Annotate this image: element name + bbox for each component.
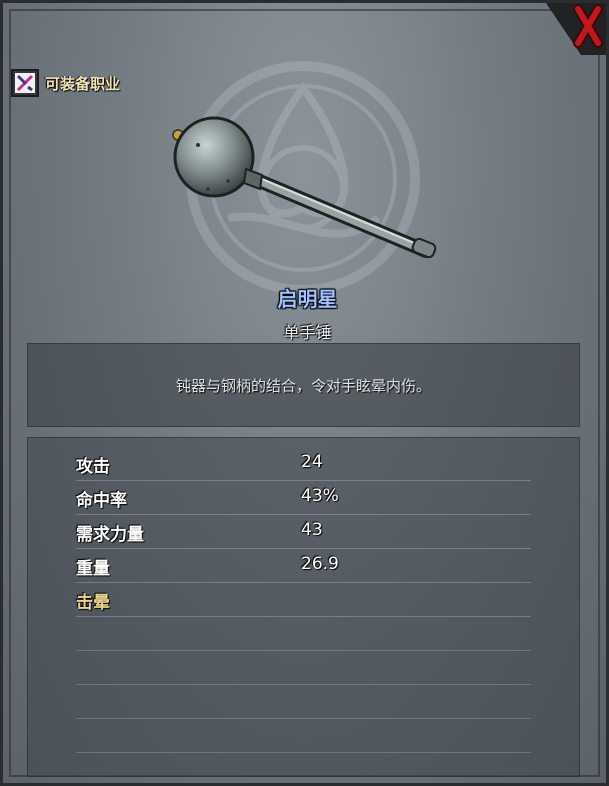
item-type: 单手锤 (283, 323, 332, 342)
stat-value: 26.9 (301, 554, 339, 574)
empty-stat-row (76, 718, 531, 753)
item-tooltip-panel: 可装备职业 启明星 单手锤 钝器与钢柄的结合，令对手眩晕内伤。 攻击 24 命中… (0, 0, 609, 786)
empty-stat-row (76, 650, 531, 685)
stat-label: 命中率 (76, 491, 127, 511)
stat-row-accuracy: 命中率 43% (76, 480, 531, 515)
stat-row-attack: 攻击 24 (76, 446, 531, 481)
stat-row-strength-required: 需求力量 43 (76, 514, 531, 549)
special-effect-label: 击晕 (76, 593, 110, 613)
crossed-weapons-icon (11, 69, 39, 97)
stat-label: 攻击 (76, 457, 110, 477)
stat-value: 24 (301, 452, 323, 472)
stat-row-stun: 击晕 (76, 582, 531, 617)
description-box: 钝器与钢柄的结合，令对手眩晕内伤。 (27, 343, 580, 427)
empty-stat-row (76, 616, 531, 651)
stat-label: 重量 (76, 559, 110, 579)
morning-star-mace-icon (172, 116, 437, 259)
equippable-class-button[interactable]: 可装备职业 (11, 69, 120, 97)
item-name: 启明星 (277, 287, 338, 311)
stat-label: 需求力量 (76, 525, 144, 545)
stat-value: 43 (301, 520, 323, 540)
item-description: 钝器与钢柄的结合，令对手眩晕内伤。 (175, 376, 431, 395)
stats-box: 攻击 24 命中率 43% 需求力量 43 重量 26.9 击晕 (27, 437, 580, 777)
empty-stat-row (76, 684, 531, 719)
stat-value: 43% (301, 486, 339, 506)
equippable-class-label: 可装备职业 (45, 74, 121, 93)
stat-row-weight: 重量 26.9 (76, 548, 531, 583)
close-button[interactable] (536, 3, 606, 55)
